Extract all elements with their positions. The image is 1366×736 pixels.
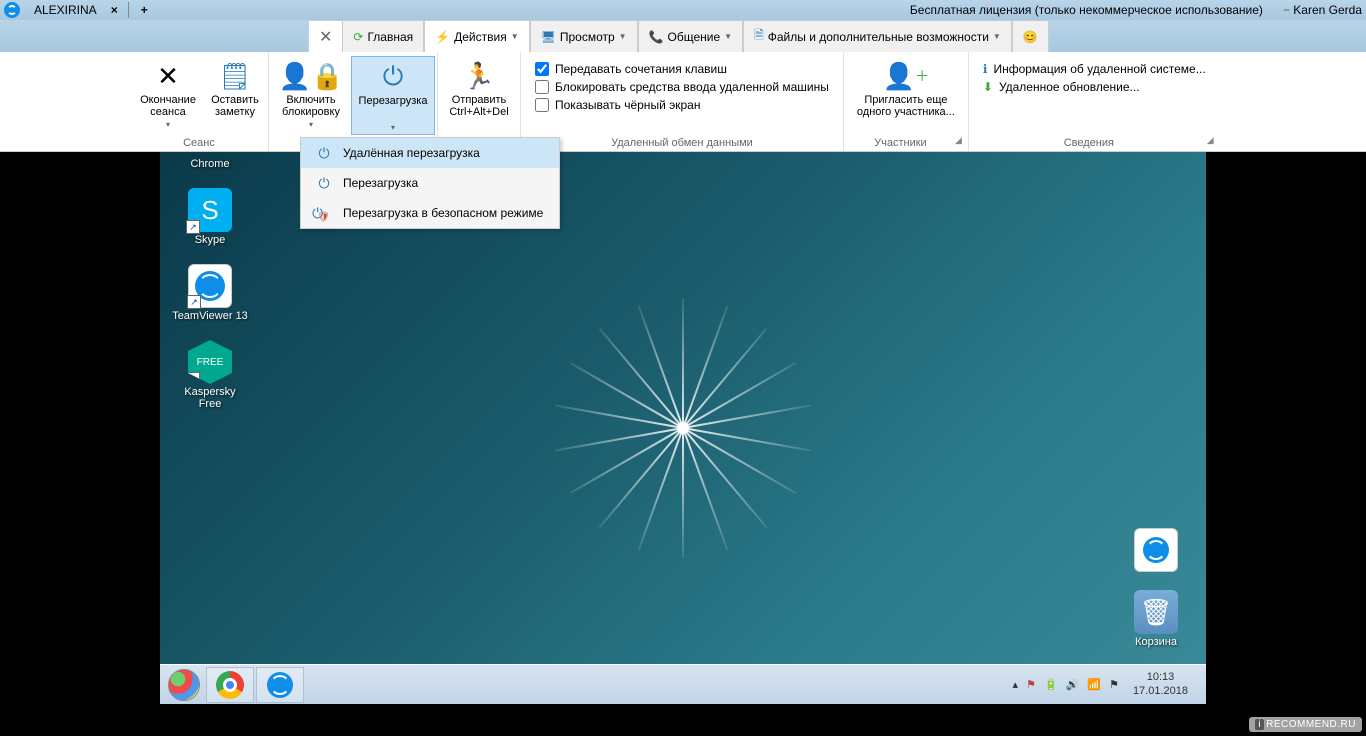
dropdown-remote-reboot[interactable]: ⏻ Удалённая перезагрузка	[301, 138, 559, 168]
expand-participants-icon[interactable]: ◢	[955, 135, 966, 151]
invite-participant-button[interactable]: 👤＋ Пригласить еще одного участника...	[846, 56, 966, 135]
taskbar-chrome[interactable]	[206, 667, 254, 703]
end-session-button[interactable]: ✕ Окончание сеанса▾	[132, 56, 204, 135]
desktop-icons-right: 🗑 Корзина	[1118, 528, 1194, 648]
desktop-icon-kaspersky[interactable]: FREE↗ Kaspersky Free	[172, 340, 248, 410]
leave-note-button[interactable]: 🗒 Оставить заметку	[204, 56, 266, 135]
wallpaper-dandelion	[533, 278, 833, 578]
tab-view[interactable]: 🖥 Просмотр ▼	[530, 20, 638, 52]
expand-info-icon[interactable]: ◢	[1207, 135, 1218, 151]
user-label: − Karen Gerda	[1263, 3, 1362, 17]
taskbar: ▴ ⚑ 🔋 🔊 📶 ⚑ 10:13 17.01.2018	[160, 664, 1206, 704]
ribbon-group-info: ℹИнформация об удаленной системе... ⬇Уда…	[969, 52, 1220, 151]
remote-desktop-view: Chrome S↗ Skype ↗ TeamViewer 13 FREE↗ Ka…	[160, 152, 1206, 704]
desktop-icon-chrome[interactable]: Chrome	[172, 156, 248, 170]
recycle-bin-icon: 🗑	[1134, 590, 1178, 634]
lock-icon: 👤🔒	[279, 60, 344, 92]
tab-separator	[128, 2, 129, 18]
chevron-down-icon: ▼	[993, 32, 1001, 41]
add-tab-button[interactable]: +	[133, 3, 156, 17]
dropdown-safe-mode-reboot[interactable]: ⏻🛡 Перезагрузка в безопасном режиме	[301, 198, 559, 228]
taskbar-teamviewer[interactable]	[256, 667, 304, 703]
kaspersky-icon: FREE↗	[188, 340, 232, 384]
tab-feedback[interactable]: 😊	[1012, 20, 1049, 52]
desktop-icon-recycle-bin[interactable]: 🗑 Корзина	[1118, 590, 1194, 648]
tray-up-icon[interactable]: ▴	[1013, 678, 1019, 691]
download-icon: ⬇	[983, 80, 993, 94]
shield-power-icon: ⏻🛡	[315, 204, 333, 222]
chrome-icon	[216, 671, 244, 699]
tray-battery-icon[interactable]: 🔋	[1044, 678, 1058, 691]
enable-lock-button[interactable]: 👤🔒 Включить блокировку▾	[271, 56, 351, 135]
home-icon: ⟳	[353, 30, 363, 44]
tray-volume-icon[interactable]: 🔊	[1066, 678, 1080, 691]
teamviewer-logo-icon	[4, 2, 20, 18]
watermark: iRECOMMEND.RU	[1249, 717, 1362, 732]
chevron-down-icon: ▼	[724, 32, 732, 41]
power-icon: ⏻	[383, 61, 404, 93]
close-toolbar-button[interactable]: ✕	[308, 20, 342, 52]
tray-network-icon[interactable]: 📶	[1087, 678, 1101, 691]
tab-actions[interactable]: ⚡ Действия ▼	[424, 20, 529, 52]
tray-power-icon[interactable]: ⚑	[1026, 678, 1036, 691]
group-label-session: Сеанс	[132, 135, 266, 151]
note-icon: 🗒	[218, 60, 251, 92]
group-label-info: Сведения	[971, 135, 1207, 151]
tab-home[interactable]: ⟳ Главная	[342, 20, 424, 52]
remote-system-info-button[interactable]: ℹИнформация об удаленной системе...	[983, 62, 1206, 76]
ribbon: ✕ Окончание сеанса▾ 🗒 Оставить заметку С…	[0, 52, 1366, 152]
windows-orb-icon	[168, 669, 200, 701]
start-button[interactable]	[164, 667, 204, 703]
tray-clock[interactable]: 10:13 17.01.2018	[1127, 671, 1194, 697]
tab-files[interactable]: 🗎 Файлы и дополнительные возможности ▼	[743, 20, 1012, 52]
remote-update-button[interactable]: ⬇Удаленное обновление...	[983, 80, 1206, 94]
close-tab-button[interactable]: ×	[105, 3, 124, 17]
power-icon: ⏻	[315, 174, 333, 192]
teamviewer-panel-icon	[1134, 528, 1178, 572]
info-icon: ℹ	[983, 62, 988, 76]
shortcut-arrow-icon: ↗	[186, 372, 200, 386]
smiley-icon: 😊	[1023, 30, 1038, 44]
system-tray: ▴ ⚑ 🔋 🔊 📶 ⚑ 10:13 17.01.2018	[1005, 671, 1202, 697]
desktop-icon-teamviewer[interactable]: ↗ TeamViewer 13	[172, 264, 248, 322]
toolbar-tabs: ✕ ⟳ Главная ⚡ Действия ▼ 🖥 Просмотр ▼ 📞 …	[0, 20, 1366, 52]
desktop-icon-teamviewer-panel[interactable]	[1118, 528, 1194, 572]
x-icon: ✕	[157, 60, 179, 92]
shortcut-arrow-icon: ↗	[187, 295, 201, 309]
checkbox-forward-keys[interactable]: Передавать сочетания клавиш	[535, 62, 829, 76]
files-icon: 🗎	[754, 26, 764, 47]
power-icon: ⏻	[315, 144, 333, 162]
person-add-icon: 👤＋	[883, 60, 929, 92]
lightning-icon: ⚡	[435, 30, 450, 44]
ribbon-group-remote-input: Передавать сочетания клавиш Блокировать …	[521, 52, 844, 151]
ribbon-group-session: ✕ Окончание сеанса▾ 🗒 Оставить заметку С…	[130, 52, 269, 151]
license-label: Бесплатная лицензия (только некоммерческ…	[910, 3, 1263, 17]
send-cad-button[interactable]: 🏃 Отправить Ctrl+Alt+Del	[440, 56, 518, 135]
desktop-icon-skype[interactable]: S↗ Skype	[172, 188, 248, 246]
chevron-down-icon: ▼	[511, 32, 519, 41]
group-label-participants: Участники	[846, 135, 955, 151]
titlebar: ALEXIRINA × + Бесплатная лицензия (тольк…	[0, 0, 1366, 20]
desktop-icons-left: Chrome S↗ Skype ↗ TeamViewer 13 FREE↗ Ka…	[172, 156, 248, 410]
teamviewer-icon	[267, 672, 293, 698]
session-tab-name[interactable]: ALEXIRINA	[26, 3, 105, 17]
tray-flag-icon[interactable]: ⚑	[1109, 678, 1119, 691]
group-label-remote-data: Удаленный обмен данными	[523, 135, 841, 151]
chevron-down-icon: ▼	[619, 32, 627, 41]
skype-icon: S↗	[188, 188, 232, 232]
monitor-icon: 🖥	[541, 30, 556, 44]
reboot-button[interactable]: ⏻ Перезагрузка▾	[351, 56, 435, 135]
running-icon: 🏃	[463, 60, 495, 92]
teamviewer-icon: ↗	[188, 264, 232, 308]
shortcut-arrow-icon: ↗	[186, 220, 200, 234]
checkbox-black-screen[interactable]: Показывать чёрный экран	[535, 98, 829, 112]
checkbox-block-input[interactable]: Блокировать средства ввода удаленной маш…	[535, 80, 829, 94]
phone-icon: 📞	[649, 30, 664, 44]
tab-communicate[interactable]: 📞 Общение ▼	[638, 20, 744, 52]
dropdown-reboot[interactable]: ⏻ Перезагрузка	[301, 168, 559, 198]
ribbon-group-participants: 👤＋ Пригласить еще одного участника... Уч…	[844, 52, 969, 151]
reboot-dropdown: ⏻ Удалённая перезагрузка ⏻ Перезагрузка …	[300, 137, 560, 229]
